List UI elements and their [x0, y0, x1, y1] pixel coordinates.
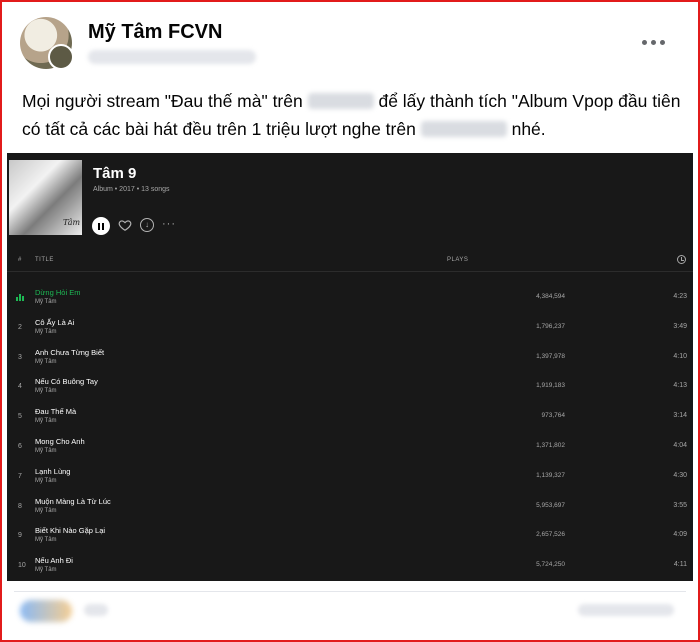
- caption-text-3: nhé.: [511, 119, 546, 139]
- track-duration: 4:09: [673, 531, 687, 539]
- more-options-icon[interactable]: ···: [162, 219, 176, 230]
- track-duration: 4:30: [673, 471, 687, 479]
- track-artist[interactable]: Mỹ Tâm: [35, 329, 57, 335]
- track-duration: 3:55: [673, 501, 687, 509]
- track-plays: 1,371,802: [536, 442, 565, 449]
- track-plays: 5,724,250: [536, 561, 565, 569]
- track-number: 7: [18, 472, 22, 480]
- track-row[interactable]: 2 Cô Ấy Là Ai Mỹ Tâm 1,796,237 3:49: [7, 315, 693, 343]
- track-row[interactable]: 7 Lạnh Lùng Mỹ Tâm 1,139,327 4:30: [7, 464, 693, 492]
- track-number: 5: [18, 413, 22, 421]
- track-plays: 1,397,978: [536, 352, 565, 360]
- track-title[interactable]: Biết Khi Nào Gặp Lại: [35, 526, 105, 535]
- track-artist[interactable]: Mỹ Tâm: [35, 448, 57, 454]
- track-title[interactable]: Đau Thế Mà: [35, 407, 76, 416]
- more-dot: [659, 39, 665, 45]
- track-duration: 3:14: [673, 412, 687, 420]
- track-number: 6: [18, 443, 22, 450]
- track-title[interactable]: Mong Cho Anh: [35, 437, 85, 446]
- track-artist[interactable]: Mỹ Tâm: [35, 418, 57, 424]
- track-artist[interactable]: Mỹ Tâm: [35, 508, 57, 514]
- track-artist[interactable]: Mỹ Tâm: [35, 388, 57, 394]
- track-duration: 3:49: [673, 322, 687, 330]
- more-dot: [650, 39, 656, 45]
- track-duration: 4:04: [673, 442, 687, 449]
- pause-button[interactable]: [92, 217, 110, 235]
- track-row[interactable]: 4 Nếu Có Buông Tay Mỹ Tâm 1,919,183 4:13: [7, 374, 693, 402]
- more-horizontal-icon: [641, 39, 647, 45]
- profile-badge: [48, 44, 74, 70]
- album-title: Tâm 9: [93, 165, 137, 182]
- track-row[interactable]: 3 Anh Chưa Từng Biết Mỹ Tâm 1,397,978 4:10: [7, 345, 693, 373]
- track-duration: 4:13: [673, 382, 687, 390]
- track-title[interactable]: Anh Chưa Từng Biết: [35, 348, 104, 357]
- track-row[interactable]: 9 Biết Khi Nào Gặp Lại Mỹ Tâm 2,657,526 4:09: [7, 523, 693, 551]
- reactions-blurred[interactable]: [20, 600, 72, 622]
- heart-icon[interactable]: [118, 218, 132, 232]
- column-header-number: #: [18, 257, 22, 263]
- track-title[interactable]: Cô Ấy Là Ai: [35, 318, 74, 327]
- track-plays: 1,139,327: [536, 471, 565, 479]
- track-title[interactable]: Lạnh Lùng: [35, 467, 70, 476]
- caption-text-1: Mọi người stream "Đau thế mà" trên: [22, 91, 303, 111]
- track-duration: 4:23: [673, 293, 687, 300]
- pause-icon: [98, 222, 100, 230]
- reaction-count-blurred: [84, 604, 108, 616]
- comments-count-blurred[interactable]: [578, 604, 674, 616]
- track-artist[interactable]: Mỹ Tâm: [35, 478, 57, 484]
- track-number: 8: [18, 502, 22, 510]
- track-row[interactable]: 5 Đau Thế Mà Mỹ Tâm 973,764 3:14: [7, 404, 693, 432]
- track-plays: 1,919,183: [536, 382, 565, 390]
- track-plays: 5,953,697: [536, 501, 565, 509]
- track-row[interactable]: 6 Mong Cho Anh Mỹ Tâm 1,371,802 4:04: [7, 434, 693, 462]
- track-plays: 1,796,237: [536, 322, 565, 330]
- track-title[interactable]: Nếu Có Buông Tay: [35, 377, 98, 386]
- track-artist[interactable]: Mỹ Tâm: [35, 537, 57, 543]
- track-artist[interactable]: Mỹ Tâm: [35, 567, 57, 573]
- post-meta-blurred: [88, 50, 256, 64]
- clock-icon: [677, 255, 686, 264]
- column-header-title: TITLE: [35, 257, 54, 263]
- track-plays: 4,384,594: [536, 293, 565, 300]
- track-row[interactable]: 8 Muộn Màng Là Từ Lúc Mỹ Tâm 5,953,697 3:55: [7, 494, 693, 522]
- track-row[interactable]: 10 Nếu Anh Đi Mỹ Tâm 5,724,250 4:11: [7, 553, 693, 581]
- track-title[interactable]: Muộn Màng Là Từ Lúc: [35, 497, 111, 506]
- track-artist[interactable]: Mỹ Tâm: [35, 359, 57, 365]
- track-number: 10: [18, 562, 26, 570]
- footer-divider: [14, 591, 686, 592]
- post-caption: Mọi người stream "Đau thế mà" trên để lấ…: [22, 87, 682, 143]
- column-header-plays: PLAYS: [447, 257, 469, 263]
- spotify-album-screenshot[interactable]: Tâm Tâm 9 Album • 2017 • 13 songs ↓ ··· …: [7, 153, 693, 581]
- pause-bar: [102, 222, 104, 230]
- track-row[interactable]: Dừng Hỏi Em Mỹ Tâm 4,384,594 4:23: [7, 285, 693, 313]
- page-name[interactable]: Mỹ Tâm FCVN: [88, 21, 222, 44]
- track-artist[interactable]: Mỹ Tâm: [35, 299, 57, 305]
- header-divider: [7, 271, 693, 272]
- album-cover: Tâm: [9, 160, 82, 235]
- track-plays: 973,764: [541, 412, 566, 420]
- track-number: 2: [18, 323, 22, 331]
- track-plays: 2,657,526: [536, 531, 565, 539]
- track-title[interactable]: Nếu Anh Đi: [35, 556, 73, 565]
- cover-signature: Tâm: [63, 218, 81, 227]
- album-subtitle: Album • 2017 • 13 songs: [93, 186, 170, 193]
- equalizer-icon: [16, 293, 25, 301]
- track-duration: 4:11: [673, 561, 687, 569]
- track-number: 4: [18, 383, 22, 391]
- download-icon[interactable]: ↓: [140, 218, 154, 232]
- track-number: 9: [18, 532, 22, 540]
- track-number: 3: [18, 353, 22, 361]
- more-options-button[interactable]: [636, 32, 670, 52]
- blurred-platform-name: [307, 93, 374, 109]
- track-duration: 4:10: [673, 352, 687, 360]
- blurred-platform-name: [420, 121, 507, 137]
- track-title[interactable]: Dừng Hỏi Em: [35, 288, 80, 297]
